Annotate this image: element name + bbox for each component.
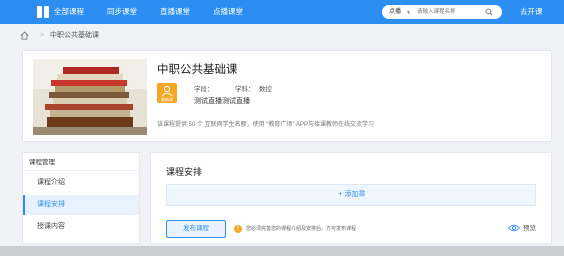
course-info-card: 中职公共基础课 最新课 学段： 学科： 数控 测试直播测试直播 该课程提供 50… — [22, 50, 552, 142]
nav-vod-class[interactable]: 点播课堂 — [213, 7, 243, 17]
subject-value: 数控 — [259, 86, 272, 93]
panel-title: 课程安排 — [166, 167, 203, 177]
badge-label: 最新课 — [161, 97, 173, 102]
top-nav-bar: 全部课程 同步课堂 直播课堂 点播课堂 点播 ▼ 去开课 — [0, 0, 564, 24]
course-cover-image — [33, 59, 147, 135]
search-bar: 点播 ▼ — [382, 5, 502, 19]
breadcrumb-separator: > — [40, 32, 45, 39]
users-icon — [161, 85, 173, 97]
sidebar-item-course-schedule[interactable]: 课程安排 — [23, 195, 139, 215]
school-stage-label: 学段： — [194, 86, 214, 93]
breadcrumb: > 中职公共基础课 — [0, 24, 564, 48]
search-icon[interactable] — [485, 8, 493, 16]
book-logo-icon[interactable] — [37, 6, 49, 18]
add-chapter-button[interactable]: + 添加章 — [166, 184, 536, 206]
subject-label: 学科： — [235, 86, 255, 93]
nav-all-courses[interactable]: 全部课程 — [54, 7, 84, 17]
nav-live-class[interactable]: 直播课堂 — [160, 7, 190, 17]
chevron-down-icon[interactable]: ▼ — [406, 8, 411, 18]
sidebar-item-teaching-content[interactable]: 授课内容 — [23, 217, 139, 237]
sidebar-heading: 课程管理 — [29, 159, 55, 166]
nav-sync-class[interactable]: 同步课堂 — [107, 7, 137, 17]
course-description: 该课程提供 50 个 互联网学生名额，使用 “教育广场” APP与接课教师在线交… — [157, 122, 375, 128]
schedule-panel: 课程安排 + 添加章 发布课程 ! 您必须完善您的课程介绍及安排后，方可发布课程… — [150, 152, 552, 244]
sidebar-divider — [23, 170, 139, 171]
add-chapter-label: + 添加章 — [338, 191, 366, 198]
publish-course-button[interactable]: 发布课程 — [166, 220, 226, 238]
course-management-sidebar: 课程管理 课程介绍 课程安排 授课内容 — [22, 152, 140, 244]
search-scope-select[interactable]: 点播 — [389, 7, 401, 17]
breadcrumb-current: 中职公共基础课 — [50, 32, 99, 39]
eye-icon[interactable] — [508, 224, 520, 232]
open-course-button[interactable]: 去开课 — [520, 7, 543, 17]
course-subtitle: 测试直播测试直播 — [194, 98, 250, 105]
home-icon[interactable] — [20, 31, 29, 40]
course-badge: 最新课 — [157, 83, 177, 103]
course-title: 中职公共基础课 — [157, 64, 238, 76]
search-input[interactable] — [417, 7, 477, 17]
sidebar-item-course-intro[interactable]: 课程介绍 — [23, 173, 139, 193]
warning-icon: ! — [234, 225, 242, 233]
page-bottom-edge — [0, 246, 564, 256]
publish-warning-text: 您必须完善您的课程介绍及安排后，方可发布课程 — [246, 226, 357, 232]
preview-button[interactable]: 预览 — [523, 224, 536, 233]
